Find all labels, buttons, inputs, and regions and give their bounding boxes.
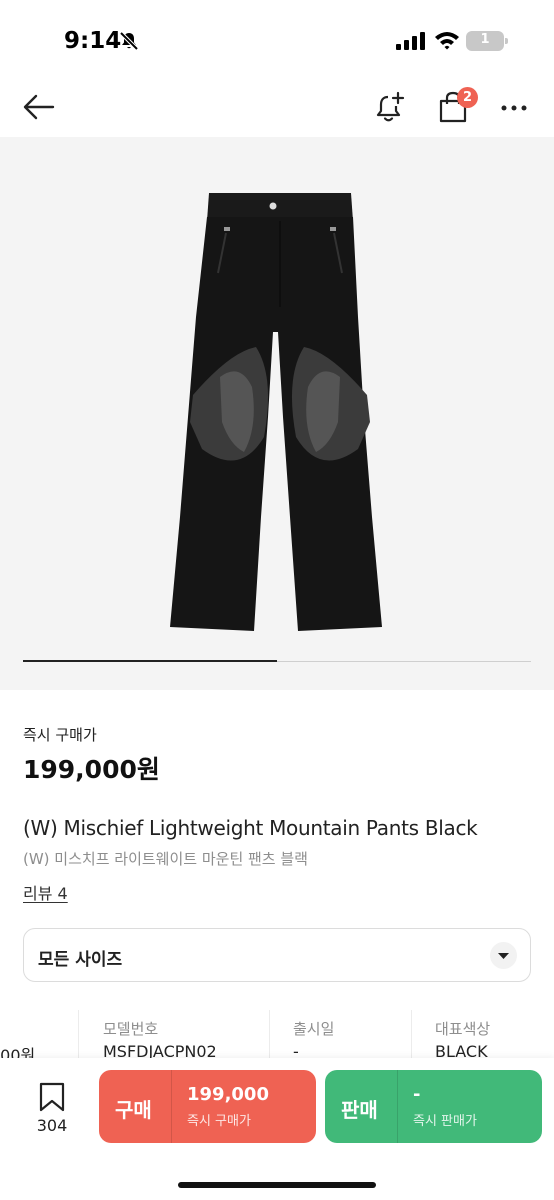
bell-slash-icon [119, 31, 139, 51]
bottom-action-bar: 304 구매 199,000 즉시 구매가 판매 - 즉시 판매가 [0, 1058, 554, 1200]
price-label: 즉시 구매가 [23, 726, 97, 744]
product-title-korean: (W) 미스치프 라이트웨이트 마운틴 팬츠 블랙 [23, 850, 308, 868]
size-selector[interactable]: 모든 사이즈 [23, 928, 531, 982]
more-options-icon[interactable] [500, 104, 528, 112]
battery-indicator: 1 [466, 31, 508, 51]
cart-count-badge: 2 [457, 87, 478, 108]
info-label: 대표색상 [435, 1020, 491, 1038]
bookmark-icon [39, 1082, 65, 1112]
bookmark-button[interactable]: 304 [30, 1082, 74, 1142]
buy-button[interactable]: 구매 199,000 즉시 구매가 [99, 1070, 316, 1143]
status-bar: 9:14 1 [0, 0, 554, 80]
review-link[interactable]: 리뷰 4 [23, 880, 68, 904]
nav-bar: 2 [0, 80, 554, 136]
cellular-signal-icon [396, 32, 425, 50]
sell-button-label: 판매 [341, 1098, 378, 1122]
notification-add-icon[interactable] [374, 90, 406, 124]
product-image [170, 193, 382, 631]
back-arrow-icon[interactable] [22, 92, 56, 122]
home-indicator[interactable] [178, 1182, 376, 1188]
product-title-english: (W) Mischief Lightweight Mountain Pants … [23, 816, 478, 840]
image-progress-indicator [23, 660, 277, 662]
sell-button[interactable]: 판매 - 즉시 판매가 [325, 1070, 542, 1143]
status-time: 9:14 [64, 28, 122, 54]
info-label: 출시일 [293, 1020, 335, 1038]
product-image-carousel[interactable] [0, 137, 554, 690]
info-label: 모델번호 [103, 1020, 159, 1038]
sell-price-caption: 즉시 판매가 [413, 1114, 477, 1129]
buy-price: 199,000 [187, 1084, 269, 1105]
bookmark-count: 304 [36, 1116, 68, 1135]
buy-price-caption: 즉시 구매가 [187, 1114, 251, 1129]
info-column-release-date: 출시일 - [269, 1010, 411, 1060]
wifi-icon [435, 32, 459, 50]
battery-level: 1 [480, 32, 490, 47]
size-selector-label: 모든 사이즈 [38, 950, 123, 970]
price-value: 199,000원 [23, 755, 160, 784]
buy-button-label: 구매 [115, 1098, 152, 1122]
sell-price: - [413, 1084, 421, 1105]
info-column-model-number: 모델번호 MSFDJACPN02 [78, 1010, 268, 1060]
size-selector-toggle[interactable] [490, 942, 517, 969]
info-column-color: 대표색상 BLACK [411, 1010, 554, 1060]
info-column-recent-price: 000원 [0, 1010, 78, 1060]
product-info-row: 000원 모델번호 MSFDJACPN02 출시일 - 대표색상 BLACK [0, 1010, 554, 1060]
chevron-down-icon [498, 953, 509, 959]
